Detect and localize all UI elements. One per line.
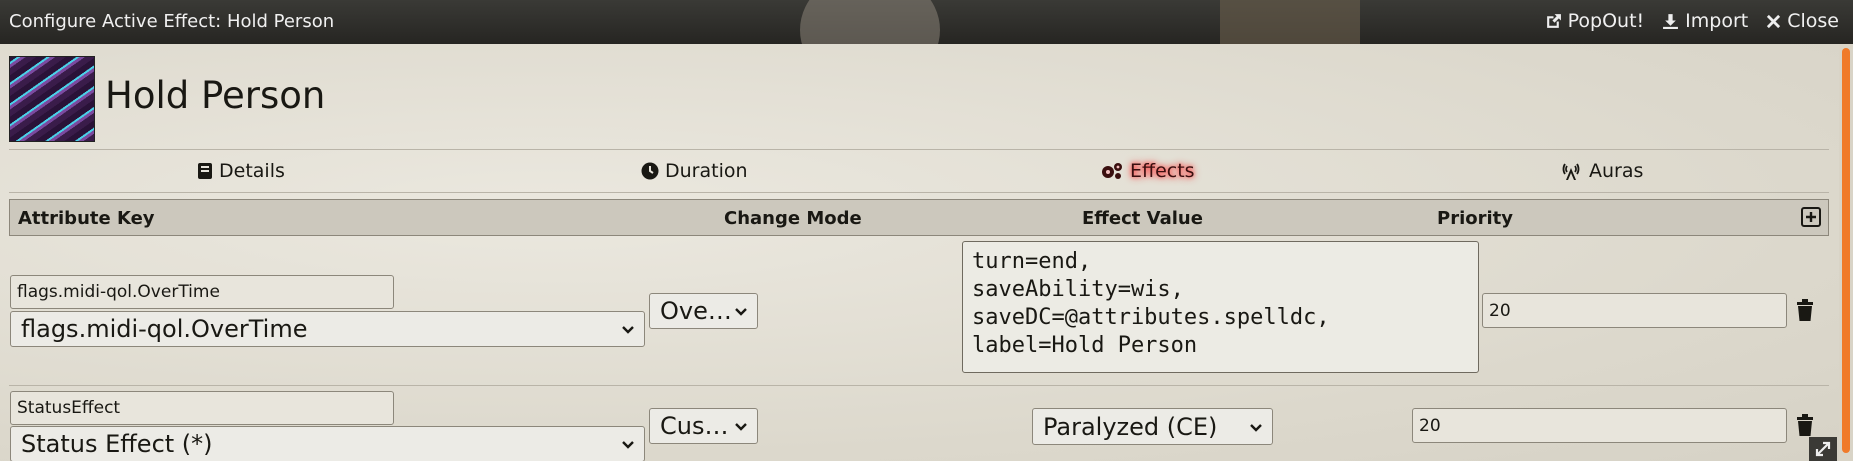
- tab-effects-label: Effects: [1130, 160, 1195, 182]
- change-mode-select-value: Ove…: [660, 297, 732, 325]
- effect-name-heading: Hold Person: [105, 74, 326, 117]
- clock-icon: [641, 162, 659, 180]
- tab-effects[interactable]: Effects: [1100, 160, 1195, 182]
- external-link-icon: [1546, 13, 1561, 28]
- chevron-down-icon: [622, 326, 634, 334]
- popout-button[interactable]: PopOut!: [1545, 10, 1645, 32]
- vertical-scrollbar[interactable]: [1839, 44, 1853, 461]
- window-resize-handle[interactable]: [1809, 437, 1837, 461]
- effect-value-select[interactable]: Paralyzed (CE): [1032, 408, 1273, 445]
- import-button[interactable]: Import: [1662, 10, 1748, 32]
- tabs-divider: [9, 192, 1829, 193]
- add-change-icon[interactable]: [1800, 206, 1822, 228]
- close-label: Close: [1787, 10, 1839, 32]
- tab-details[interactable]: Details: [197, 160, 285, 182]
- tab-auras-label: Auras: [1589, 160, 1644, 182]
- active-effect-config-window: Configure Active Effect: Hold Person Pop…: [0, 0, 1853, 461]
- priority-input[interactable]: [1482, 293, 1787, 328]
- column-effect-value: Effect Value: [1082, 208, 1203, 229]
- column-priority: Priority: [1437, 208, 1513, 229]
- tab-duration[interactable]: Duration: [641, 160, 748, 182]
- tab-details-label: Details: [219, 160, 285, 182]
- attribute-key-select-value: Status Effect (*): [21, 430, 213, 458]
- chevron-down-icon: [735, 308, 747, 316]
- download-icon: [1663, 13, 1679, 29]
- change-mode-select-value: Cus…: [660, 412, 729, 440]
- chevron-down-icon: [1250, 423, 1262, 432]
- tab-auras[interactable]: Auras: [1559, 160, 1643, 182]
- delete-change-icon[interactable]: [1795, 414, 1815, 436]
- row-divider: [9, 385, 1829, 386]
- change-mode-select[interactable]: Ove…: [649, 293, 758, 329]
- close-button[interactable]: Close: [1766, 10, 1839, 32]
- window-header[interactable]: Configure Active Effect: Hold Person Pop…: [0, 0, 1853, 90]
- cogs-icon: [1102, 163, 1122, 179]
- tab-duration-label: Duration: [665, 160, 748, 182]
- header-divider: [9, 149, 1829, 150]
- attribute-key-input[interactable]: [10, 391, 394, 425]
- attribute-key-select[interactable]: Status Effect (*): [10, 426, 645, 461]
- column-attribute-key: Attribute Key: [18, 208, 155, 229]
- delete-change-icon[interactable]: [1795, 299, 1815, 321]
- broadcast-tower-icon: [1562, 163, 1580, 180]
- header-background-art-2: [1220, 0, 1360, 44]
- change-mode-select[interactable]: Cus…: [649, 408, 758, 444]
- resize-icon: [1815, 441, 1831, 457]
- header-actions: PopOut! Import Close: [1545, 10, 1839, 32]
- effect-value-select-value: Paralyzed (CE): [1043, 412, 1218, 441]
- effect-value-textarea[interactable]: turn=end, saveAbility=wis, saveDC=@attri…: [962, 241, 1479, 373]
- popout-label: PopOut!: [1567, 10, 1645, 32]
- chevron-down-icon: [622, 441, 634, 449]
- window-title: Configure Active Effect: Hold Person: [9, 11, 335, 32]
- close-icon: [1767, 14, 1781, 28]
- scrollbar-thumb[interactable]: [1842, 48, 1850, 453]
- priority-input[interactable]: [1412, 408, 1787, 443]
- column-change-mode: Change Mode: [724, 208, 862, 229]
- import-label: Import: [1685, 10, 1749, 32]
- attribute-key-select[interactable]: flags.midi-qol.OverTime: [10, 311, 645, 347]
- sheet-tabs: Details Duration Effects Auras: [9, 152, 1829, 192]
- changes-table-header: Attribute Key Change Mode Effect Value P…: [9, 199, 1829, 236]
- effect-icon-image[interactable]: [9, 56, 95, 142]
- attribute-key-select-value: flags.midi-qol.OverTime: [21, 315, 308, 343]
- chevron-down-icon: [735, 423, 747, 431]
- book-icon: [198, 163, 212, 179]
- attribute-key-input[interactable]: [10, 275, 394, 309]
